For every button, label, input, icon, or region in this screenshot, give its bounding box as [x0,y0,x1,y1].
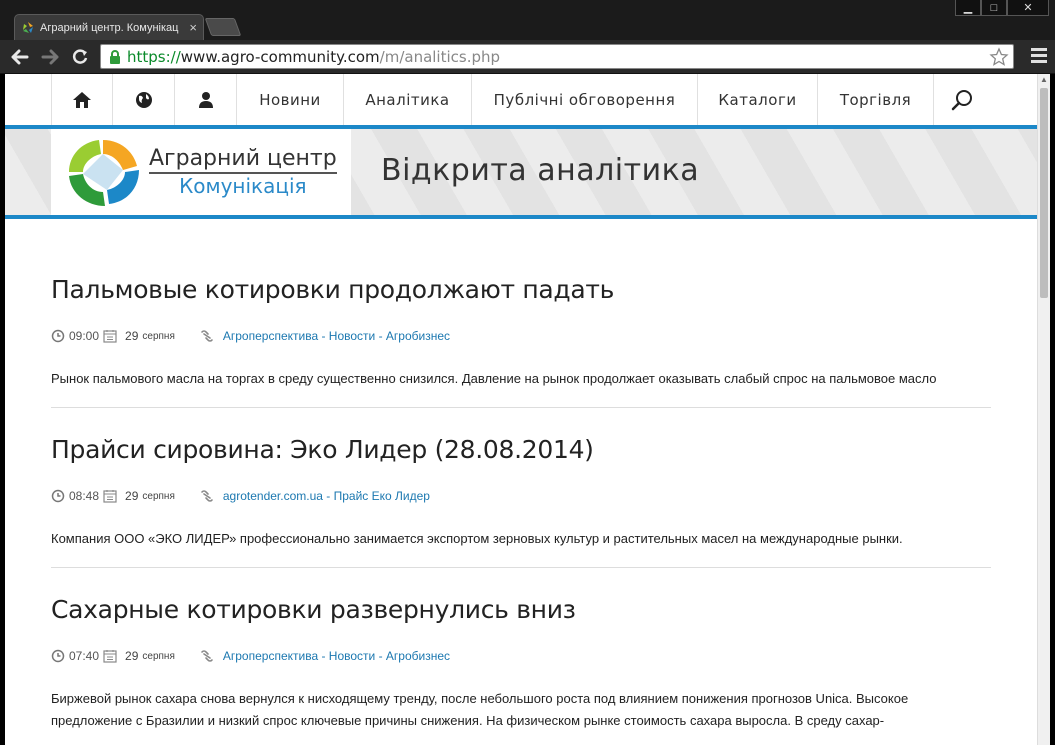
calendar-icon [103,650,117,663]
back-arrow-icon [11,49,29,65]
maximize-button[interactable]: □ [981,0,1007,16]
nav-public-discussions[interactable]: Публічні обговорення [472,74,698,125]
article-title-link[interactable]: Прайси сировина: Эко Лидер (28.08.2014) [51,430,991,470]
article-summary: Рынок пальмового масла на торгах в среду… [51,371,937,386]
nav-user[interactable] [175,74,237,125]
article-time: 09:00 [69,329,100,343]
article-list: Пальмовые котировки продолжают падать 09… [51,270,991,745]
page-title: Відкрита аналітика [381,153,700,188]
link-icon [201,650,213,662]
article-source-link[interactable]: Агроперспектива - Новости - Агробизнес [223,649,450,663]
calendar-icon [103,330,117,343]
bookmark-star-icon[interactable] [989,47,1009,67]
clock-icon [51,329,65,343]
article-item: Сахарные котировки развернулись вниз 07:… [51,590,991,745]
nav-home[interactable] [51,74,113,125]
nav-search[interactable] [934,74,990,125]
url-text: https://www.agro-community.com/m/analiti… [127,47,501,66]
page-viewport: Новини Аналітика Публічні обговорення Ка… [5,74,1037,745]
globe-icon [135,91,152,108]
browser-menu-icon[interactable] [1031,48,1047,64]
site-favicon-icon [23,21,33,33]
link-icon [201,490,213,502]
article-source-link[interactable]: agrotender.com.ua - Прайс Еко Лидер [223,489,430,503]
article-time: 07:40 [69,649,100,663]
scroll-up-arrow-icon[interactable]: ▲ [1038,74,1050,86]
article-date-month: серпня [142,650,175,662]
browser-chrome: Аграрний центр. Комунікац × ▁ □ ✕ https:… [0,0,1055,74]
logo-line-2: Комунікація [179,174,307,198]
logo-text: Аграрний центр Комунікація [149,146,337,198]
article-item: Пальмовые котировки продолжают падать 09… [51,270,991,408]
article-date-month: серпня [142,490,175,502]
nav-news[interactable]: Новини [237,74,344,125]
home-icon [73,91,91,108]
address-bar[interactable]: https://www.agro-community.com/m/analiti… [100,44,1014,69]
tab-title: Аграрний центр. Комунікац [40,21,179,34]
article-time: 08:48 [69,489,100,503]
nav-analytics[interactable]: Аналітика [344,74,472,125]
forward-button[interactable] [38,45,62,69]
minimize-button[interactable]: ▁ [955,0,981,16]
article-date-day: 29 [125,649,139,663]
article-date-day: 29 [125,489,139,503]
page-banner: Аграрний центр Комунікація Відкрита анал… [5,129,1037,215]
article-summary: Биржевой рынок сахара снова вернулся к н… [51,691,909,728]
reload-button[interactable] [68,45,92,69]
article-meta: 07:40 29 серпня Агроперспектива - Новост… [51,646,991,666]
site-logo[interactable]: Аграрний центр Комунікація [51,129,351,215]
article-meta: 08:48 29 серпня agrotender.com.ua - Прай… [51,486,991,506]
clock-icon [51,489,65,503]
article-date-month: серпня [142,330,175,342]
new-tab-button[interactable] [204,18,242,36]
nav-catalogs[interactable]: Каталоги [698,74,818,125]
browser-tab[interactable]: Аграрний центр. Комунікац × [14,14,204,40]
article-title-link[interactable]: Сахарные котировки развернулись вниз [51,590,991,630]
header-bottom-rule [5,215,1037,219]
page-scrollbar[interactable]: ▲ [1037,74,1050,745]
reload-icon [72,49,88,64]
site-nav: Новини Аналітика Публічні обговорення Ка… [51,74,1037,125]
nav-trade[interactable]: Торгівля [818,74,934,125]
article-title-link[interactable]: Пальмовые котировки продолжают падать [51,270,991,310]
calendar-icon [103,490,117,503]
logo-line-1: Аграрний центр [149,146,337,174]
forward-arrow-icon [41,49,59,65]
nav-catalogs-label: Каталоги [718,90,797,109]
article-item: Прайси сировина: Эко Лидер (28.08.2014) … [51,430,991,568]
nav-globe[interactable] [113,74,175,125]
tab-close-icon[interactable]: × [189,21,197,34]
window-frame [1050,74,1055,745]
lock-icon [110,49,120,64]
logo-mark-icon [69,140,139,206]
scroll-thumb[interactable] [1040,88,1048,298]
article-source-link[interactable]: Агроперспектива - Новости - Агробизнес [223,329,450,343]
nav-news-label: Новини [259,90,321,109]
nav-public-discussions-label: Публічні обговорення [493,90,676,109]
close-window-button[interactable]: ✕ [1007,0,1049,16]
window-controls: ▁ □ ✕ [955,0,1049,16]
article-summary: Компания ООО «ЭКО ЛИДЕР» профессионально… [51,531,903,546]
clock-icon [51,649,65,663]
article-date-day: 29 [125,329,139,343]
back-button[interactable] [8,45,32,69]
article-meta: 09:00 29 серпня Агроперспектива - Новост… [51,326,991,346]
link-icon [201,330,213,342]
nav-analytics-label: Аналітика [365,90,450,109]
search-icon [951,89,972,110]
nav-trade-label: Торгівля [839,90,912,109]
browser-toolbar: https://www.agro-community.com/m/analiti… [0,40,1055,74]
user-icon [198,91,213,108]
